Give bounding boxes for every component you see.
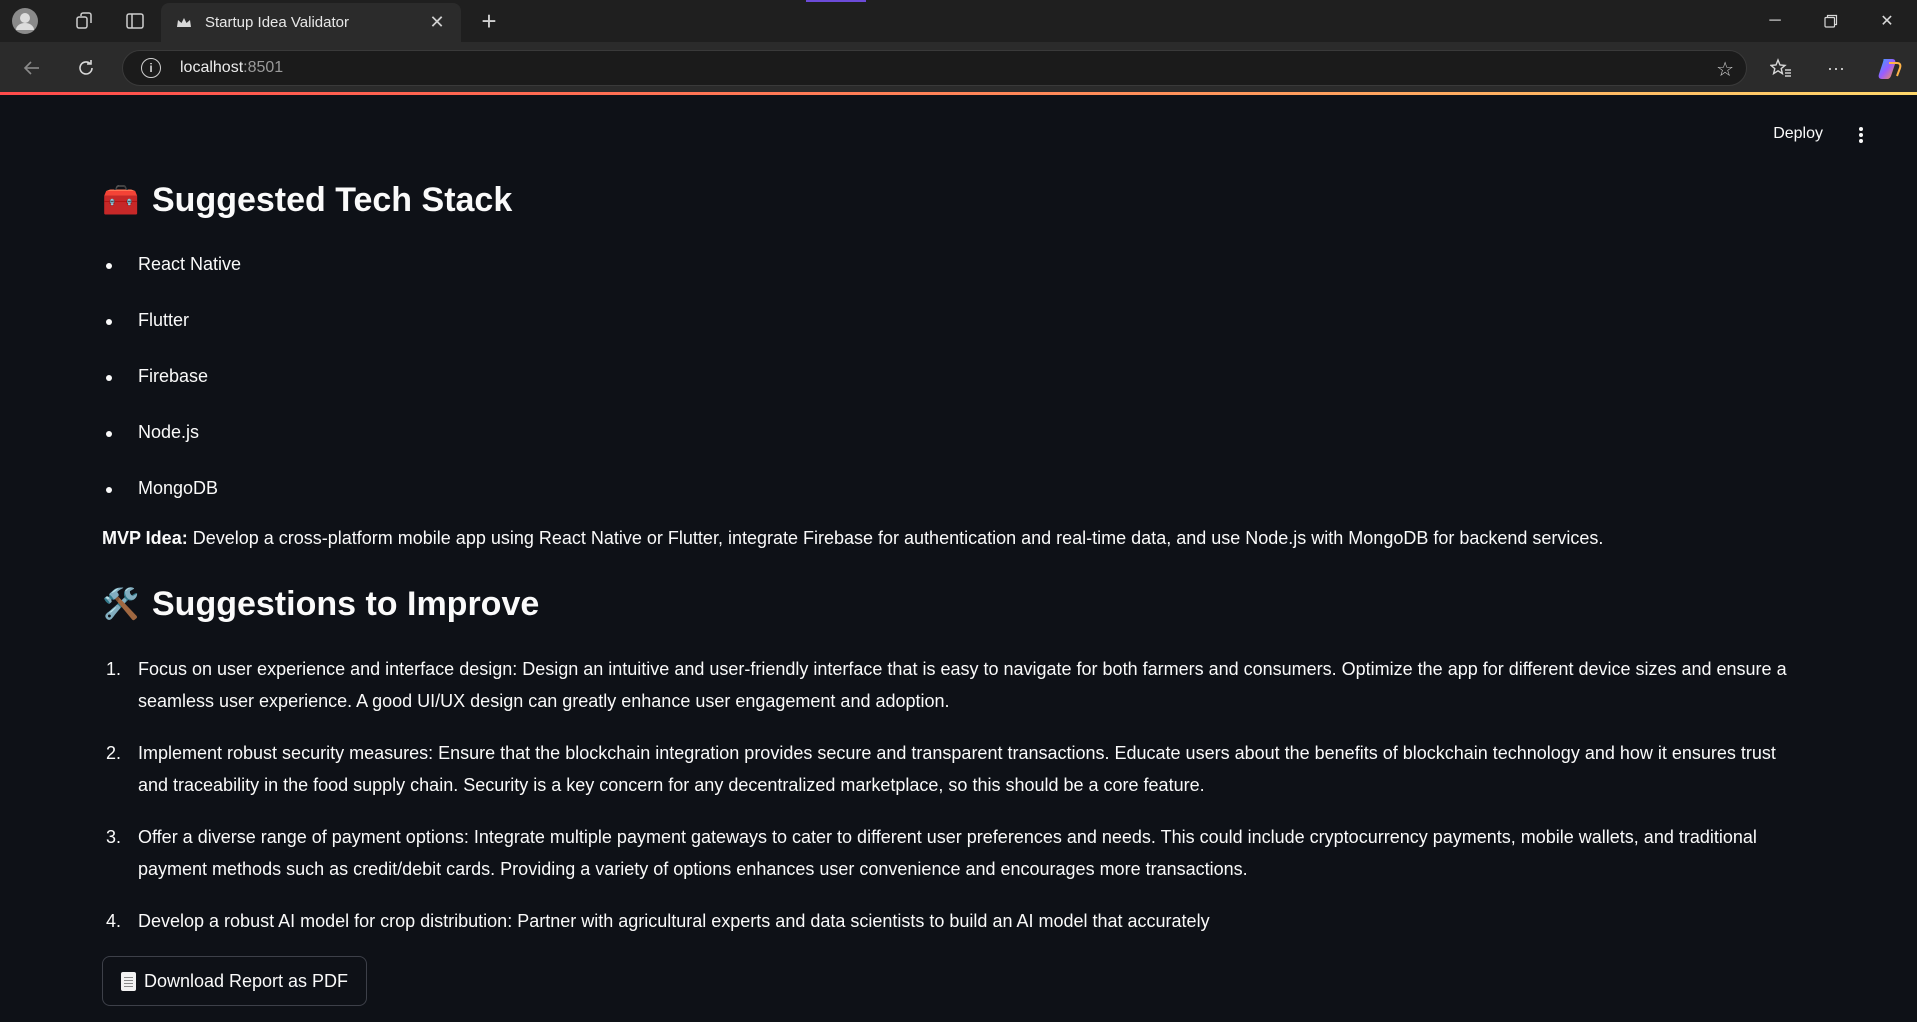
copilot-icon[interactable] — [1874, 52, 1906, 84]
url-field[interactable]: i localhost:8501 ☆ — [122, 50, 1747, 86]
refresh-icon[interactable] — [70, 52, 102, 84]
tab-actions-icon[interactable] — [120, 6, 150, 36]
download-label: Download Report as PDF — [143, 970, 349, 991]
browser-tab[interactable]: Startup Idea Validator ✕ — [161, 3, 461, 42]
minimize-icon[interactable]: ─ — [1747, 0, 1803, 42]
mvp-idea: MVP Idea: Develop a cross-platform mobil… — [102, 528, 1603, 549]
more-options-icon[interactable]: ··· — [1820, 52, 1852, 84]
crown-icon — [175, 14, 193, 32]
tab-title: Startup Idea Validator — [205, 14, 349, 31]
tech-stack-title: Suggested Tech Stack — [152, 181, 513, 219]
favorite-star-icon[interactable]: ☆ — [1716, 57, 1734, 82]
deploy-button[interactable]: Deploy — [1773, 125, 1823, 143]
back-icon[interactable] — [16, 52, 48, 84]
toolbox-icon: 🧰 — [102, 184, 140, 217]
document-icon — [120, 971, 136, 991]
close-window-icon[interactable]: ✕ — [1859, 0, 1915, 42]
site-info-icon[interactable]: i — [141, 58, 161, 78]
download-pdf-button[interactable]: Download Report as PDF — [102, 956, 367, 1006]
tab-accent-line — [806, 0, 866, 2]
mvp-label: MVP Idea: — [102, 528, 188, 548]
suggestions-title: Suggestions to Improve — [152, 585, 540, 623]
address-bar-row: i localhost:8501 ☆ ··· — [0, 42, 1917, 92]
url-port: :8501 — [243, 59, 284, 76]
profile-avatar-icon[interactable] — [10, 6, 40, 36]
main-menu-icon[interactable] — [1851, 125, 1871, 145]
workspaces-icon[interactable] — [70, 6, 100, 36]
favorites-icon[interactable] — [1765, 52, 1797, 84]
hammer-wrench-icon: 🛠️ — [102, 588, 140, 621]
streamlit-app: Deploy 🧰 Suggested Tech Stack React Nati… — [0, 95, 1917, 1022]
mvp-text: Develop a cross-platform mobile app usin… — [187, 528, 1604, 548]
close-tab-icon[interactable]: ✕ — [427, 12, 447, 33]
tech-stack-heading: 🧰 Suggested Tech Stack — [102, 181, 512, 220]
new-tab-icon[interactable]: + — [474, 6, 504, 36]
suggestions-heading: 🛠️ Suggestions to Improve — [102, 585, 539, 624]
restore-icon[interactable] — [1803, 0, 1859, 42]
url-host: localhost — [180, 59, 244, 76]
